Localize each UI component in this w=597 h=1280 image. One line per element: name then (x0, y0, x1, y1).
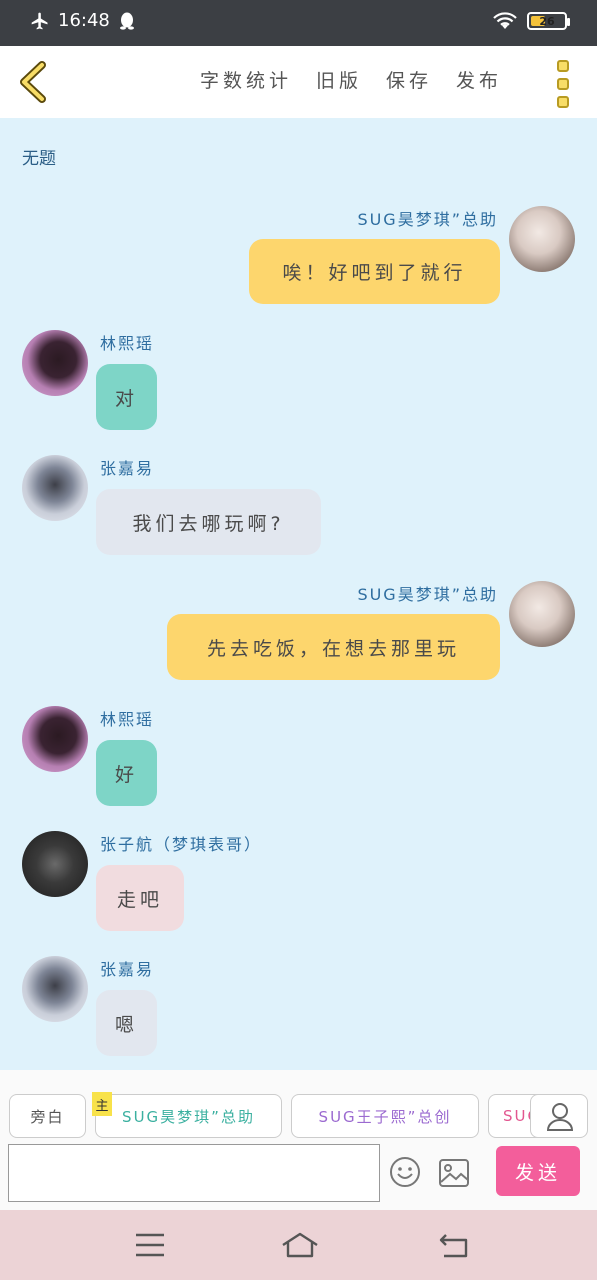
send-button[interactable]: 发送 (496, 1146, 580, 1196)
back-icon[interactable] (438, 1230, 472, 1260)
avatar[interactable] (509, 206, 575, 272)
message-item[interactable]: 张嘉易 嗯 (0, 952, 597, 1062)
save-button[interactable]: 保存 (386, 66, 432, 93)
message-bubble[interactable]: 走吧 (96, 865, 184, 931)
publish-button[interactable]: 发布 (456, 66, 502, 93)
wifi-icon (493, 12, 517, 29)
message-bubble[interactable]: 好 (96, 740, 157, 806)
composer-tray: 旁白 SUG昊梦琪”总助 主 SUG王子熙”总创 SUG 发送 (0, 1070, 597, 1210)
home-icon[interactable] (280, 1230, 320, 1260)
message-bubble[interactable]: 唉！好吧到了就行 (249, 239, 500, 304)
avatar[interactable] (22, 831, 88, 897)
message-item[interactable]: 张子航（梦琪表哥） 走吧 (0, 827, 597, 937)
status-bar: 16:48 26 (0, 0, 597, 46)
document-title[interactable]: 无题 (22, 144, 56, 169)
emoji-icon[interactable] (389, 1156, 421, 1188)
sender-name: SUG昊梦琪”总助 (357, 210, 498, 229)
kebab-dot (557, 78, 569, 90)
sender-name: 张嘉易 (100, 459, 155, 478)
main-role-tag: 主 (92, 1092, 112, 1116)
more-menu-icon[interactable] (557, 60, 571, 108)
back-chevron-icon[interactable] (14, 60, 54, 104)
narration-chip[interactable]: 旁白 (9, 1094, 86, 1138)
message-item[interactable]: 林熙瑶 对 (0, 326, 597, 436)
message-item[interactable]: SUG昊梦琪”总助 唉！好吧到了就行 (0, 202, 597, 312)
person-icon (546, 1103, 574, 1131)
sender-name: 林熙瑶 (100, 710, 155, 729)
top-toolbar: 字数统计 旧版 保存 发布 (0, 46, 597, 118)
role-chip-selected[interactable]: SUG昊梦琪”总助 (95, 1094, 282, 1138)
sender-name: 张嘉易 (100, 960, 155, 979)
status-left: 16:48 (30, 10, 136, 31)
message-bubble[interactable]: 先去吃饭，在想去那里玩 (167, 614, 500, 680)
menu-icon[interactable] (134, 1232, 166, 1258)
message-item[interactable]: 林熙瑶 好 (0, 702, 597, 812)
word-count-button[interactable]: 字数统计 (200, 66, 292, 93)
penguin-icon (119, 12, 134, 30)
image-icon[interactable] (438, 1158, 470, 1188)
message-bubble[interactable]: 我们去哪玩啊? (96, 489, 321, 555)
status-right: 26 (493, 12, 570, 30)
sender-name: SUG昊梦琪”总助 (357, 585, 498, 604)
avatar[interactable] (22, 455, 88, 521)
avatar[interactable] (509, 581, 575, 647)
message-bubble[interactable]: 对 (96, 364, 157, 430)
avatar[interactable] (22, 956, 88, 1022)
message-item[interactable]: 张嘉易 我们去哪玩啊? (0, 451, 597, 561)
sender-name: 张子航（梦琪表哥） (100, 835, 263, 854)
airplane-icon (31, 12, 48, 29)
avatar[interactable] (22, 330, 88, 396)
avatar[interactable] (22, 706, 88, 772)
kebab-dot (557, 60, 569, 72)
message-input[interactable] (8, 1144, 380, 1202)
character-manager-button[interactable] (530, 1094, 588, 1138)
chat-area[interactable]: 无题 SUG昊梦琪”总助 唉！好吧到了就行 林熙瑶 对 张嘉易 我们去哪玩啊? … (0, 118, 597, 1070)
role-chip[interactable]: SUG王子熙”总创 (291, 1094, 479, 1138)
message-bubble[interactable]: 嗯 (96, 990, 157, 1056)
battery-icon: 26 (527, 12, 570, 30)
kebab-dot (557, 96, 569, 108)
message-item[interactable]: SUG昊梦琪”总助 先去吃饭，在想去那里玩 (0, 577, 597, 687)
toolbar-actions: 字数统计 旧版 保存 发布 (200, 66, 502, 93)
system-nav-bar (0, 1210, 597, 1280)
old-version-button[interactable]: 旧版 (316, 66, 362, 93)
status-time: 16:48 (58, 10, 110, 31)
battery-level: 26 (539, 14, 555, 28)
sender-name: 林熙瑶 (100, 334, 155, 353)
